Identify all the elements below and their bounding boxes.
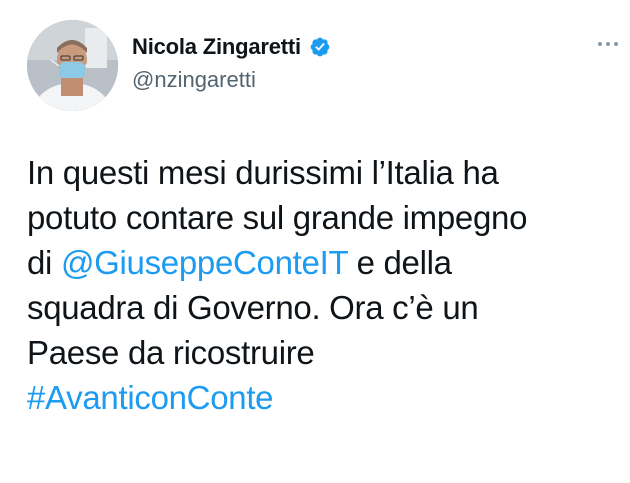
mention-link[interactable]: @GiuseppeConteIT bbox=[61, 244, 348, 281]
tweet-card: Nicola Zingaretti @nzingaretti In questi… bbox=[0, 0, 630, 483]
hashtag-link[interactable]: #AvanticonConte bbox=[27, 379, 274, 416]
author-handle[interactable]: @nzingaretti bbox=[132, 67, 256, 93]
tweet-text-segment: e della bbox=[347, 244, 452, 281]
tweet-text-line: Paese da ricostruire bbox=[27, 334, 315, 371]
more-dot bbox=[606, 42, 610, 46]
tweet-text-line: #AvanticonConte bbox=[27, 375, 617, 420]
more-dot bbox=[598, 42, 602, 46]
more-dot bbox=[614, 42, 618, 46]
tweet-text: In questi mesi durissimi l’Italia ha pot… bbox=[27, 150, 617, 420]
tweet-text-line: potuto contare sul grande impegno bbox=[27, 199, 528, 236]
tweet-text-line: di @GiuseppeConteIT e della bbox=[27, 240, 617, 285]
tweet-text-line: squadra di Governo. Ora c’è un bbox=[27, 289, 479, 326]
avatar-image bbox=[27, 20, 118, 111]
verified-badge-icon bbox=[310, 37, 330, 57]
tweet-text-line: In questi mesi durissimi l’Italia ha bbox=[27, 154, 499, 191]
avatar[interactable] bbox=[27, 20, 118, 111]
tweet-text-segment: di bbox=[27, 244, 61, 281]
more-options-icon[interactable] bbox=[594, 38, 622, 50]
author-display-name[interactable]: Nicola Zingaretti bbox=[132, 34, 301, 60]
author-name-row: Nicola Zingaretti bbox=[132, 34, 331, 60]
